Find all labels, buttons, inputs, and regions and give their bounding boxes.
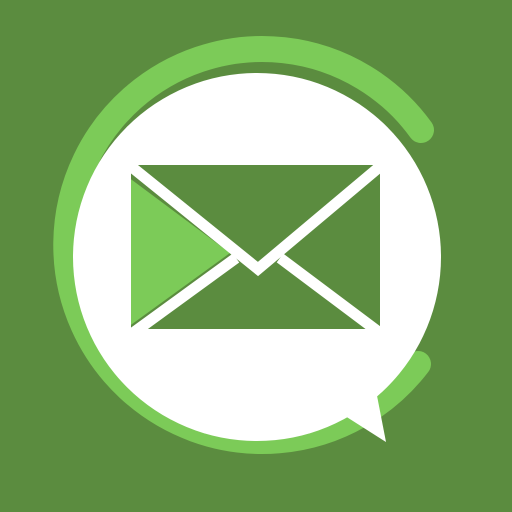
envelope-icon xyxy=(124,159,387,338)
mail-chat-app-icon xyxy=(0,0,512,512)
